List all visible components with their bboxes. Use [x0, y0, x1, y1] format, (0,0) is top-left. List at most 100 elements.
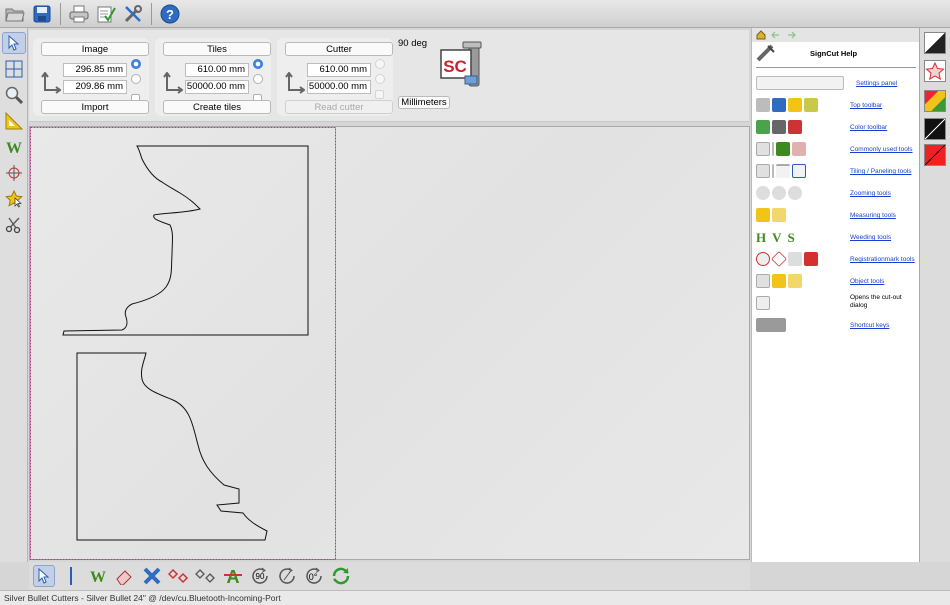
- toolbar-separator: [60, 2, 61, 25]
- refresh-icon[interactable]: [330, 565, 352, 587]
- select-icon[interactable]: [33, 565, 55, 587]
- image-group: Image 296.85 mm 209.86 mm Import: [33, 38, 149, 116]
- delete-icon[interactable]: [141, 565, 163, 587]
- help-link[interactable]: Settings panel: [856, 80, 897, 87]
- save-icon[interactable]: [30, 2, 54, 26]
- cutter-width-field[interactable]: 610.00 mm: [307, 63, 371, 77]
- print-icon[interactable]: [67, 2, 91, 26]
- left-toolbar: W: [0, 28, 28, 562]
- divider-icon: [60, 565, 82, 587]
- help-row: Color toolbar: [756, 118, 920, 140]
- help-link[interactable]: Color toolbar: [850, 124, 887, 131]
- help-link[interactable]: Tiling / Paneling tools: [850, 168, 912, 175]
- star-object-icon[interactable]: [2, 188, 26, 210]
- home-icon[interactable]: [756, 30, 766, 40]
- settings-panel: Image 296.85 mm 209.86 mm Import Tiles 6…: [29, 30, 749, 122]
- black-swatch[interactable]: [924, 118, 946, 140]
- color-strip: [919, 28, 950, 562]
- help-row: Opens the cut-out dialog: [756, 294, 920, 316]
- tiles-width-field[interactable]: 610.00 mm: [185, 63, 249, 77]
- tiles-button[interactable]: Tiles: [163, 42, 271, 56]
- help-link[interactable]: Commonly used tools: [850, 146, 913, 153]
- vector-shape[interactable]: [62, 145, 309, 336]
- color-toolbar-icons: [756, 120, 802, 137]
- tiles-radio-alt[interactable]: [253, 74, 263, 84]
- read-cutter-button[interactable]: Read cutter: [285, 100, 393, 114]
- design-canvas[interactable]: [29, 126, 750, 560]
- image-radio-alt[interactable]: [131, 74, 141, 84]
- help-link[interactable]: Weeding tools: [850, 234, 891, 241]
- help-row: Registrationmark tools: [756, 250, 920, 272]
- weed-v-icon: V: [772, 230, 782, 245]
- text-icon[interactable]: A: [222, 565, 244, 587]
- registration-marks-icon[interactable]: [168, 565, 190, 587]
- cutter-radio-alt[interactable]: [375, 74, 385, 84]
- help-link[interactable]: Top toolbar: [850, 102, 882, 109]
- axis-icon: [163, 72, 183, 94]
- red-swatch[interactable]: [924, 144, 946, 166]
- units-button[interactable]: Millimeters: [398, 96, 450, 109]
- canvas-drawing: [30, 127, 336, 560]
- tile-grid-icon[interactable]: [2, 58, 26, 80]
- registration-outline-icon[interactable]: [195, 565, 217, 587]
- cut-out-icon: [756, 296, 770, 313]
- image-width-field[interactable]: 296.85 mm: [63, 63, 127, 77]
- cutter-radio[interactable]: [375, 59, 385, 69]
- rotate-90-icon[interactable]: 90: [249, 565, 271, 587]
- help-link[interactable]: Registrationmark tools: [850, 256, 915, 263]
- forward-icon[interactable]: [786, 30, 796, 40]
- signcut-cutter-icon: [756, 44, 775, 62]
- help-link[interactable]: Object tools: [850, 278, 884, 285]
- selection-bounds: [30, 127, 336, 560]
- help-row: Object tools: [756, 272, 920, 294]
- weed-box-icon[interactable]: W: [87, 565, 109, 587]
- cutter-checkbox[interactable]: [375, 90, 384, 99]
- rotate-free-icon[interactable]: [276, 565, 298, 587]
- open-icon[interactable]: [3, 2, 27, 26]
- help-row: Tiling / Paneling tools: [756, 162, 920, 184]
- cutter-height-field[interactable]: 50000.00 mm: [307, 80, 371, 94]
- svg-text:W: W: [90, 569, 106, 585]
- help-link[interactable]: Measuring tools: [850, 212, 896, 219]
- pointer-icon[interactable]: [1, 32, 26, 54]
- weed-s-icon: S: [787, 230, 795, 245]
- image-button[interactable]: Image: [41, 42, 149, 56]
- tiles-radio[interactable]: [253, 59, 263, 69]
- tiles-group: Tiles 610.00 mm 50000.00 mm Create tiles: [155, 38, 271, 116]
- tiling-tools-icons: [756, 164, 806, 181]
- help-link[interactable]: Zooming tools: [850, 190, 891, 197]
- bottom-toolbar: W A 90 0°: [29, 562, 750, 590]
- vector-shape[interactable]: [76, 352, 268, 541]
- weed-icon[interactable]: W: [2, 136, 26, 158]
- registration-tools-icons: [756, 251, 818, 269]
- object-tools-icons: [756, 274, 802, 291]
- zoom-icon[interactable]: [2, 84, 26, 106]
- eraser-icon[interactable]: [114, 565, 136, 587]
- help-divider: [756, 67, 916, 68]
- create-tiles-button[interactable]: Create tiles: [163, 100, 271, 114]
- help-row: H V S Weeding tools: [756, 228, 920, 250]
- tools-icon[interactable]: [121, 2, 145, 26]
- help-link[interactable]: Shortcut keys: [850, 322, 889, 329]
- help-row: Settings panel: [756, 74, 920, 96]
- measure-icon[interactable]: [2, 110, 26, 132]
- black-white-swatch[interactable]: [924, 32, 946, 54]
- checklist-icon[interactable]: [94, 2, 118, 26]
- signcut-logo[interactable]: SC: [439, 40, 483, 88]
- help-row: Measuring tools: [756, 206, 920, 228]
- help-row: Zooming tools: [756, 184, 920, 206]
- multicolor-swatch[interactable]: [924, 90, 946, 112]
- tiles-height-field[interactable]: 50000.00 mm: [185, 80, 249, 94]
- star-swatch[interactable]: [924, 60, 946, 82]
- image-radio[interactable]: [131, 59, 141, 69]
- help-row: Top toolbar: [756, 96, 920, 118]
- rotate-0-icon[interactable]: 0°: [303, 565, 325, 587]
- status-bar: Silver Bullet Cutters - Silver Bullet 24…: [0, 590, 950, 605]
- registration-icon[interactable]: [2, 162, 26, 184]
- back-icon[interactable]: [771, 30, 781, 40]
- cutter-button[interactable]: Cutter: [285, 42, 393, 56]
- help-icon[interactable]: ?: [158, 2, 182, 26]
- import-button[interactable]: Import: [41, 100, 149, 114]
- scissors-icon[interactable]: [2, 214, 26, 236]
- image-height-field[interactable]: 209.86 mm: [63, 80, 127, 94]
